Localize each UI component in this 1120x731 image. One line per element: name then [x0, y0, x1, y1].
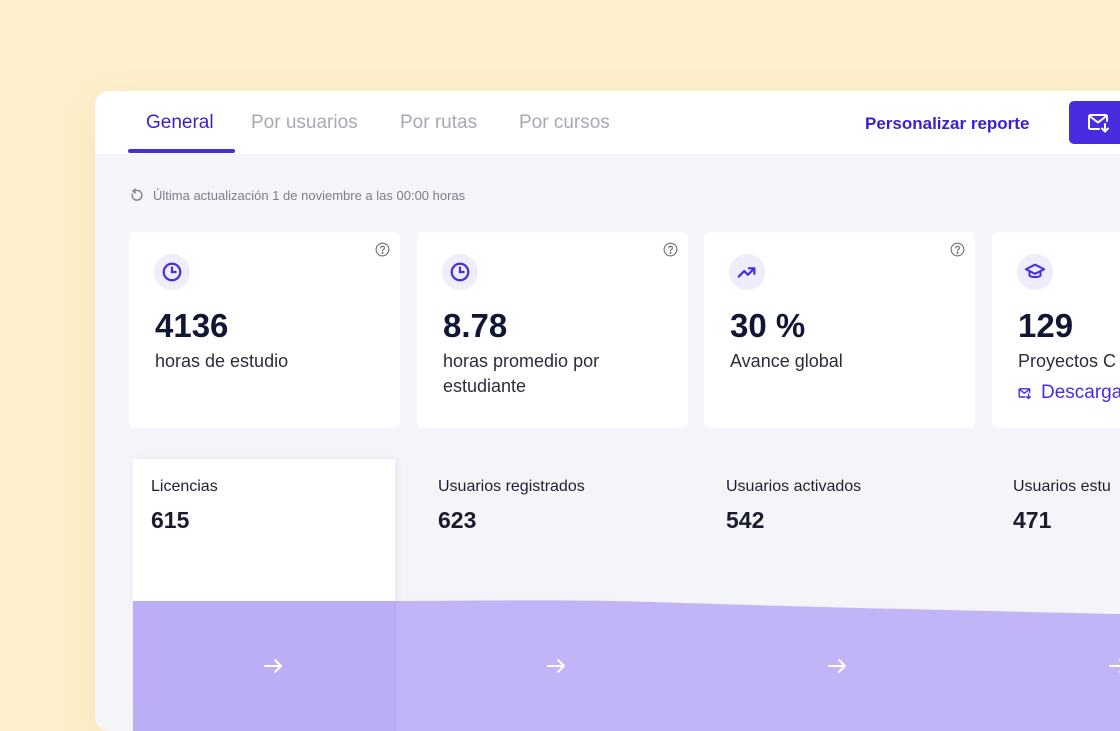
funnel-stat-value: 615	[151, 507, 190, 533]
clock-icon	[450, 262, 470, 282]
trending-up-icon	[737, 267, 756, 278]
funnel-stat-label: Licencias	[151, 478, 218, 495]
arrow-right-icon[interactable]	[827, 656, 847, 676]
help-icon[interactable]	[663, 242, 678, 257]
tab-por-cursos[interactable]: Por cursos	[519, 112, 610, 134]
metric-label: horas promedio por estudiante	[443, 351, 600, 396]
metric-label: horas de estudio	[155, 351, 289, 371]
mail-download-icon	[1018, 387, 1031, 399]
last-update-info: Última actualización 1 de noviembre a la…	[129, 188, 465, 203]
funnel-area-chart	[133, 600, 1120, 731]
card-global-progress: 30 % Avance global	[704, 232, 975, 428]
report-header: General Por usuarios Por rutas Por curso…	[95, 91, 1120, 154]
funnel-stat-studying: Usuarios estu 471	[1013, 478, 1111, 534]
arrow-right-icon[interactable]	[1108, 656, 1120, 676]
metric-value: 4136	[155, 307, 229, 344]
metric-label: Proyectos C	[1018, 351, 1117, 371]
funnel-stat-value: 542	[726, 507, 765, 533]
funnel-stat-activated: Usuarios activados 542	[726, 478, 861, 534]
tab-por-rutas[interactable]: Por rutas	[400, 112, 477, 134]
card-icon-container	[729, 254, 765, 290]
refresh-icon	[131, 188, 143, 201]
card-average-hours: 8.78 horas promedio por estudiante	[417, 232, 688, 428]
metric-label: Avance global	[730, 351, 843, 371]
clock-icon	[162, 262, 182, 282]
mail-download-icon	[1088, 114, 1109, 133]
user-funnel: Licencias 615 Usuarios registrados 623 U…	[133, 459, 1120, 731]
metric-value: 30 %	[730, 307, 806, 344]
download-link[interactable]: Descarga	[1018, 382, 1120, 404]
funnel-stat-value: 471	[1013, 507, 1052, 533]
funnel-stat-label: Usuarios activados	[726, 478, 862, 495]
download-label: Descarga	[1041, 382, 1120, 403]
metric-value: 129	[1018, 307, 1074, 344]
arrow-right-icon[interactable]	[263, 656, 283, 676]
active-tab-indicator	[128, 149, 235, 153]
help-icon[interactable]	[375, 242, 390, 257]
graduation-cap-icon	[1024, 263, 1046, 279]
send-report-button[interactable]	[1069, 101, 1120, 144]
last-update-text: Última actualización 1 de noviembre a la…	[153, 188, 466, 203]
funnel-stat-registered: Usuarios registrados 623	[438, 478, 585, 534]
metric-value: 8.78	[443, 307, 508, 344]
tab-por-usuarios[interactable]: Por usuarios	[251, 112, 358, 134]
arrow-right-icon[interactable]	[546, 656, 566, 676]
personalize-report-link[interactable]: Personalizar reporte	[865, 114, 1029, 134]
card-icon-container	[1017, 254, 1053, 290]
tab-general[interactable]: General	[146, 112, 214, 134]
funnel-stat-value: 623	[438, 507, 477, 533]
card-icon-container	[442, 254, 478, 290]
funnel-stat-licenses: Licencias 615	[151, 478, 218, 534]
card-projects: 129 Proyectos C Descarga	[992, 232, 1120, 428]
report-panel: General Por usuarios Por rutas Por curso…	[95, 91, 1120, 731]
card-icon-container	[154, 254, 190, 290]
card-study-hours: 4136 horas de estudio	[129, 232, 400, 428]
help-icon[interactable]	[950, 242, 965, 257]
funnel-stat-label: Usuarios estu	[1013, 478, 1111, 495]
funnel-stat-label: Usuarios registrados	[438, 478, 585, 495]
